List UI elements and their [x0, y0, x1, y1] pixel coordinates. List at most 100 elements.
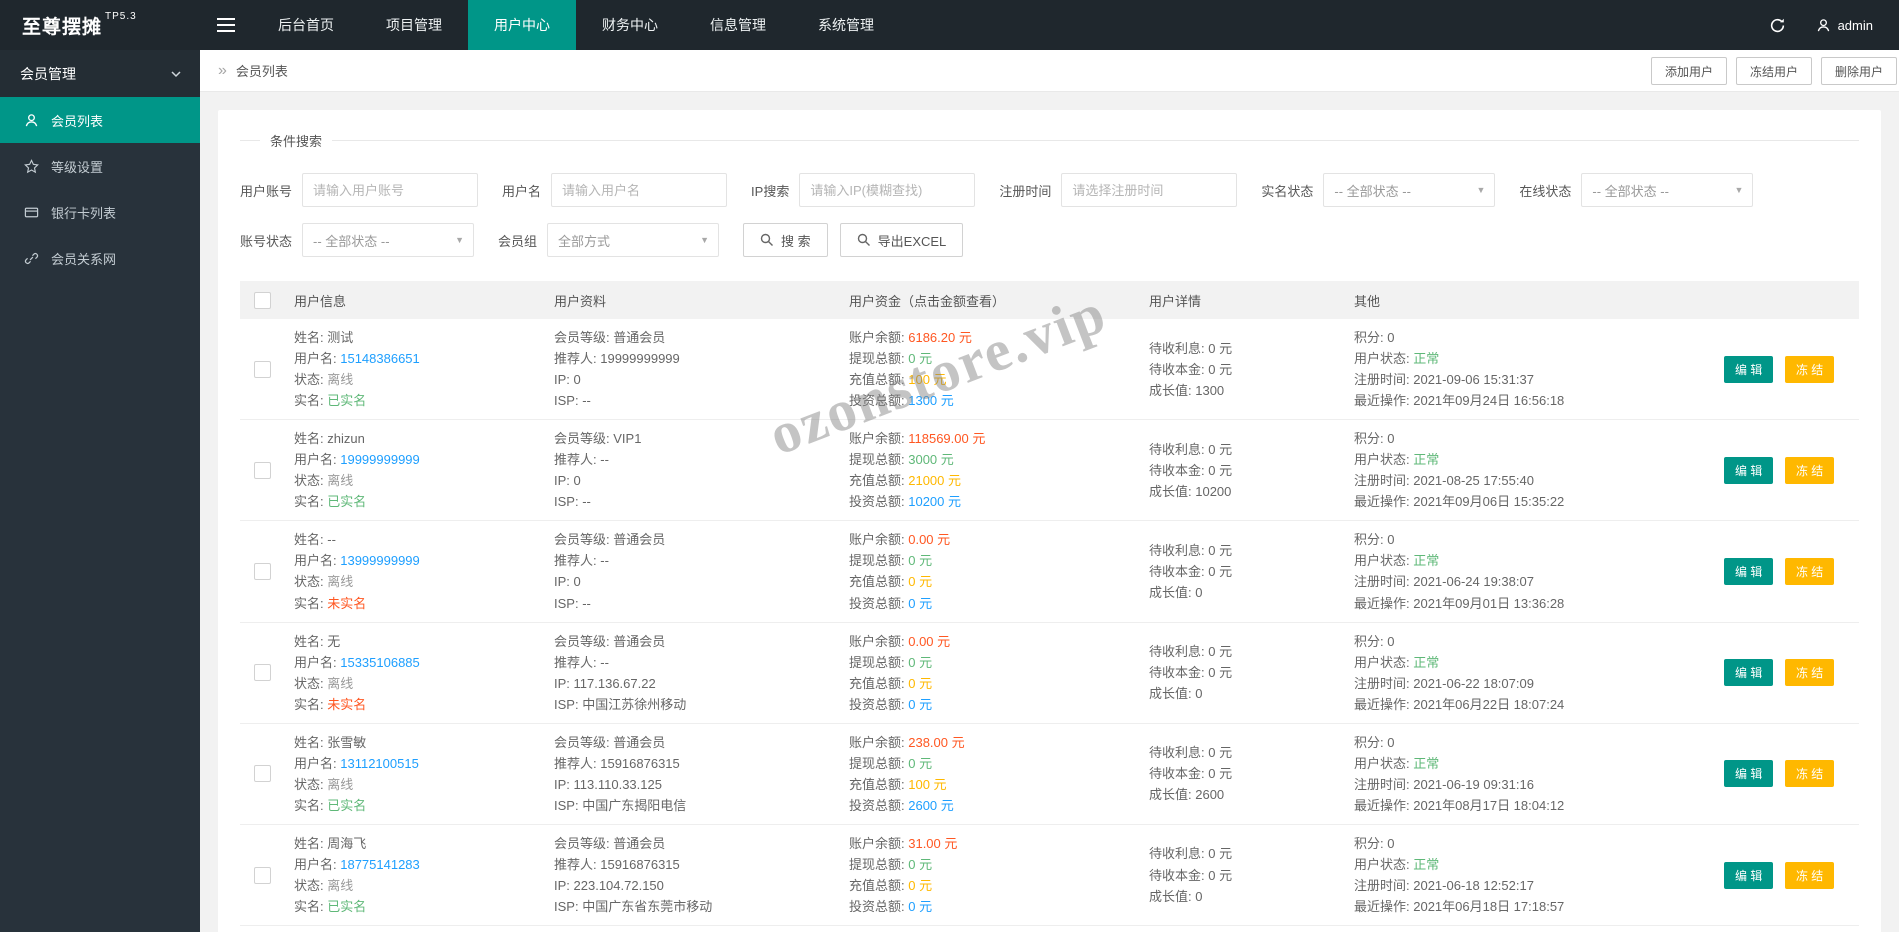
username-value[interactable]: 13112100515: [340, 756, 419, 771]
username-value[interactable]: 15335106885: [340, 655, 420, 670]
freeze-button[interactable]: 冻 结: [1784, 355, 1835, 383]
recharge-value[interactable]: 0 元: [908, 574, 932, 589]
search-field: 账号状态 -- 全部状态 -- ▼: [240, 223, 475, 257]
last_op-value: 2021年06月18日 17:18:57: [1413, 899, 1565, 915]
sidebar-item-3[interactable]: 会员关系网: [0, 235, 200, 281]
recharge-line: 充值总额: 0 元: [849, 574, 933, 590]
balance-value[interactable]: 31.00 元: [908, 836, 957, 851]
select-dropdown[interactable]: -- 全部状态 -- ▼: [1581, 173, 1754, 207]
sidebar-item-2[interactable]: 银行卡列表: [0, 189, 200, 235]
username-value[interactable]: 15148386651: [340, 351, 420, 366]
edit-button[interactable]: 编 辑: [1724, 557, 1774, 585]
freeze-button[interactable]: 冻 结: [1784, 659, 1835, 687]
withdraw-value[interactable]: 0 元: [908, 857, 932, 872]
level-value: 普通会员: [613, 835, 666, 851]
menu-toggle-icon[interactable]: [200, 0, 252, 50]
search-input[interactable]: [551, 173, 728, 207]
interest-value: 0 元: [1208, 340, 1233, 356]
freeze-button[interactable]: 冻 结: [1784, 760, 1835, 788]
refresh-icon[interactable]: [1769, 17, 1786, 34]
sidebar-group-member-management[interactable]: 会员管理: [0, 50, 200, 97]
level-value: VIP1: [613, 431, 642, 447]
balance-value[interactable]: 238.00 元: [908, 735, 964, 750]
withdraw-value[interactable]: 0 元: [908, 756, 932, 771]
breadcrumb-action-0[interactable]: 添加用户: [1650, 57, 1727, 85]
top-nav-item-5[interactable]: 系统管理: [792, 0, 900, 50]
top-nav-item-2[interactable]: 用户中心: [468, 0, 576, 50]
balance-value[interactable]: 6186.20 元: [908, 330, 972, 345]
select-all-checkbox[interactable]: [253, 291, 271, 309]
interest-line: 待收利息: 0 元: [1149, 542, 1233, 558]
search-field: 注册时间: [999, 173, 1238, 207]
edit-button[interactable]: 编 辑: [1724, 861, 1774, 889]
select-dropdown[interactable]: -- 全部状态 -- ▼: [1323, 173, 1496, 207]
top-nav-item-1[interactable]: 项目管理: [360, 0, 468, 50]
referrer-value: 15916876315: [600, 856, 680, 872]
row-checkbox[interactable]: [253, 866, 271, 884]
balance-value[interactable]: 0.00 元: [908, 532, 950, 547]
recharge-value[interactable]: 100 元: [908, 372, 946, 387]
referrer-line: 推荐人: 15916876315: [554, 755, 680, 771]
username-value[interactable]: 13999999999: [340, 553, 420, 568]
name-line: 姓名: zhizun: [294, 431, 365, 447]
search-input[interactable]: [302, 173, 479, 207]
freeze-button[interactable]: 冻 结: [1784, 456, 1835, 484]
edit-button[interactable]: 编 辑: [1724, 355, 1774, 383]
withdraw-value[interactable]: 0 元: [908, 553, 932, 568]
admin-menu[interactable]: admin: [1816, 18, 1873, 33]
withdraw-value[interactable]: 3000 元: [908, 452, 954, 467]
search-input[interactable]: [799, 173, 976, 207]
level-value: 普通会员: [613, 532, 666, 548]
invest-value[interactable]: 0 元: [908, 697, 932, 712]
row-checkbox[interactable]: [253, 664, 271, 682]
edit-button[interactable]: 编 辑: [1724, 456, 1774, 484]
interest-value: 0 元: [1208, 542, 1233, 558]
select-dropdown[interactable]: -- 全部状态 -- ▼: [302, 223, 475, 257]
invest-value[interactable]: 2600 元: [908, 798, 954, 813]
invest-value[interactable]: 0 元: [908, 596, 932, 611]
table-row: 姓名: 王用户名: 状态: 实名: 会员等级: 普通会员推荐人: IP: ISP…: [240, 925, 1859, 932]
breadcrumb-action-2[interactable]: 删除用户: [1820, 57, 1897, 85]
principal-line: 待收本金: 0 元: [1149, 361, 1233, 377]
balance-value[interactable]: 118569.00 元: [908, 431, 985, 446]
row-checkbox[interactable]: [253, 563, 271, 580]
invest-value[interactable]: 10200 元: [908, 494, 961, 509]
top-nav-item-3[interactable]: 财务中心: [576, 0, 684, 50]
sidebar-item-0[interactable]: 会员列表: [0, 97, 200, 143]
search-row-2: 账号状态 -- 全部状态 -- ▼ 会员组 全部方式 ▼ 搜 索 导出EXCEL: [240, 223, 1859, 257]
top-nav-item-0[interactable]: 后台首页: [252, 0, 360, 50]
freeze-button[interactable]: 冻 结: [1784, 861, 1835, 889]
chevron-down-icon: ▼: [455, 235, 465, 245]
search-button[interactable]: 搜 索: [743, 223, 828, 257]
last_op-line: 最近操作: 2021年09月24日 16:56:18: [1354, 393, 1565, 409]
freeze-button[interactable]: 冻 结: [1784, 557, 1835, 585]
recharge-value[interactable]: 21000 元: [908, 473, 961, 488]
points-value: 0: [1387, 734, 1395, 750]
principal-value: 0 元: [1208, 462, 1233, 478]
search-input[interactable]: [1061, 173, 1238, 207]
breadcrumb-action-1[interactable]: 冻结用户: [1735, 57, 1812, 85]
recharge-value[interactable]: 100 元: [908, 777, 946, 792]
row-checkbox[interactable]: [253, 461, 271, 479]
interest-line: 待收利息: 0 元: [1149, 340, 1233, 356]
isp-value: --: [582, 595, 591, 611]
invest-value[interactable]: 0 元: [908, 899, 932, 914]
withdraw-value[interactable]: 0 元: [908, 351, 932, 366]
balance-value[interactable]: 0.00 元: [908, 634, 950, 649]
row-checkbox[interactable]: [253, 765, 271, 783]
user-icon: [1817, 18, 1829, 31]
export-excel-button[interactable]: 导出EXCEL: [839, 223, 964, 257]
recharge-value[interactable]: 0 元: [908, 878, 932, 893]
sidebar-item-1[interactable]: 等级设置: [0, 143, 200, 189]
top-nav-item-4[interactable]: 信息管理: [684, 0, 792, 50]
recharge-value[interactable]: 0 元: [908, 676, 932, 691]
withdraw-value[interactable]: 0 元: [908, 655, 932, 670]
row-checkbox[interactable]: [253, 360, 271, 378]
username-value[interactable]: 19999999999: [340, 452, 420, 467]
username-value[interactable]: 18775141283: [340, 857, 420, 872]
table-row: 姓名: 周海飞 用户名: 18775141283 状态: 离线 实名: 已实名 会员等…: [240, 824, 1859, 927]
edit-button[interactable]: 编 辑: [1724, 659, 1774, 687]
edit-button[interactable]: 编 辑: [1724, 760, 1774, 788]
invest-value[interactable]: 1300 元: [908, 393, 954, 408]
select-dropdown[interactable]: 全部方式 ▼: [547, 223, 720, 257]
